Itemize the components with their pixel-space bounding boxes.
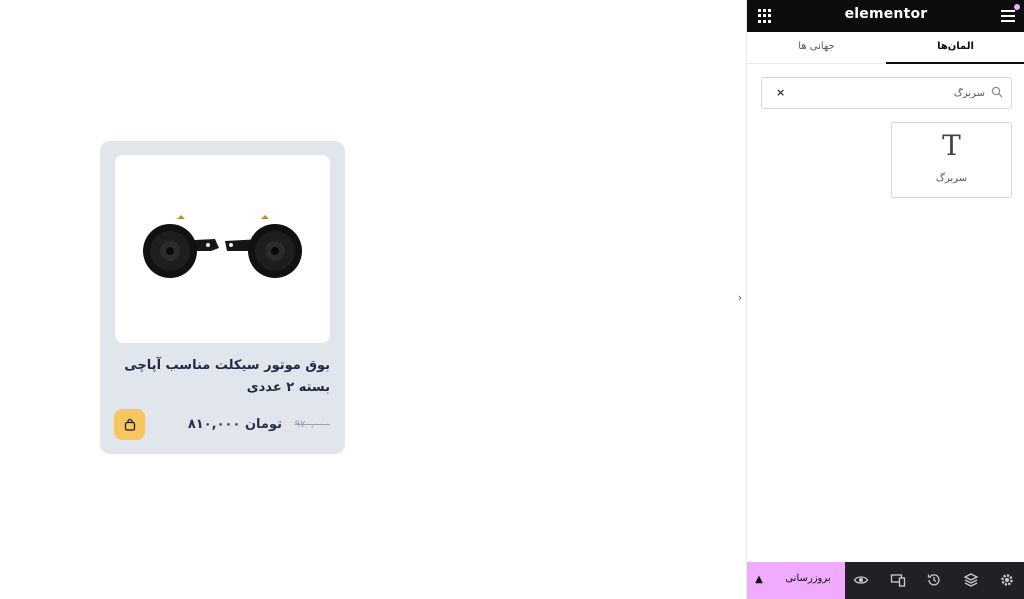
price-original: ۹۷۰,۰۰۰ xyxy=(294,419,330,430)
widget-heading[interactable]: T سربرگ xyxy=(891,122,1012,198)
panel-collapse-button[interactable]: › xyxy=(733,277,747,317)
notification-dot xyxy=(1014,4,1020,10)
bag-icon xyxy=(124,418,135,431)
clear-search-icon[interactable]: × xyxy=(776,86,785,99)
heading-T-icon: T xyxy=(942,129,961,162)
tab-elements[interactable]: المان‌ها xyxy=(886,32,1024,64)
elementor-panel: elementor المان‌ها جهانی ها × T سربرگ ▲ … xyxy=(746,0,1024,599)
product-image[interactable] xyxy=(115,155,330,343)
chevron-up-icon[interactable]: ▲ xyxy=(753,572,765,588)
motorcycle-horn-image xyxy=(143,215,302,278)
settings-icon[interactable] xyxy=(999,572,1015,588)
widget-label: سربرگ xyxy=(935,173,968,184)
history-icon[interactable] xyxy=(926,572,942,588)
chevron-right-icon: › xyxy=(737,290,743,304)
price-current: ۸۱۰,۰۰۰ تومان xyxy=(187,417,282,432)
editor-canvas: بوق موتور سیکلت مناسب آپاچی بسته ۲ عددی … xyxy=(0,0,746,599)
add-to-cart-button[interactable] xyxy=(114,409,145,440)
hamburger-menu-icon[interactable] xyxy=(1001,10,1015,22)
product-card[interactable]: بوق موتور سیکلت مناسب آپاچی بسته ۲ عددی … xyxy=(100,141,345,454)
responsive-icon[interactable] xyxy=(890,572,906,588)
update-button[interactable]: ▲ بروزرسانی xyxy=(747,562,845,599)
panel-header: elementor xyxy=(747,0,1024,32)
tab-globals[interactable]: جهانی ها xyxy=(747,32,886,64)
update-label: بروزرسانی xyxy=(785,573,831,584)
price-row: ۸۱۰,۰۰۰ تومان ۹۷۰,۰۰۰ xyxy=(114,409,330,441)
search-icon xyxy=(991,86,1003,98)
panel-tabs: المان‌ها جهانی ها xyxy=(747,32,1024,64)
preview-eye-icon[interactable] xyxy=(853,572,869,588)
panel-footer: ▲ بروزرسانی xyxy=(747,562,1024,599)
layers-icon[interactable] xyxy=(963,572,979,588)
search-input[interactable] xyxy=(792,84,985,102)
elementor-logo: elementor xyxy=(844,6,928,22)
product-title[interactable]: بوق موتور سیکلت مناسب آپاچی بسته ۲ عددی xyxy=(114,355,330,399)
widget-search: × xyxy=(761,77,1012,109)
